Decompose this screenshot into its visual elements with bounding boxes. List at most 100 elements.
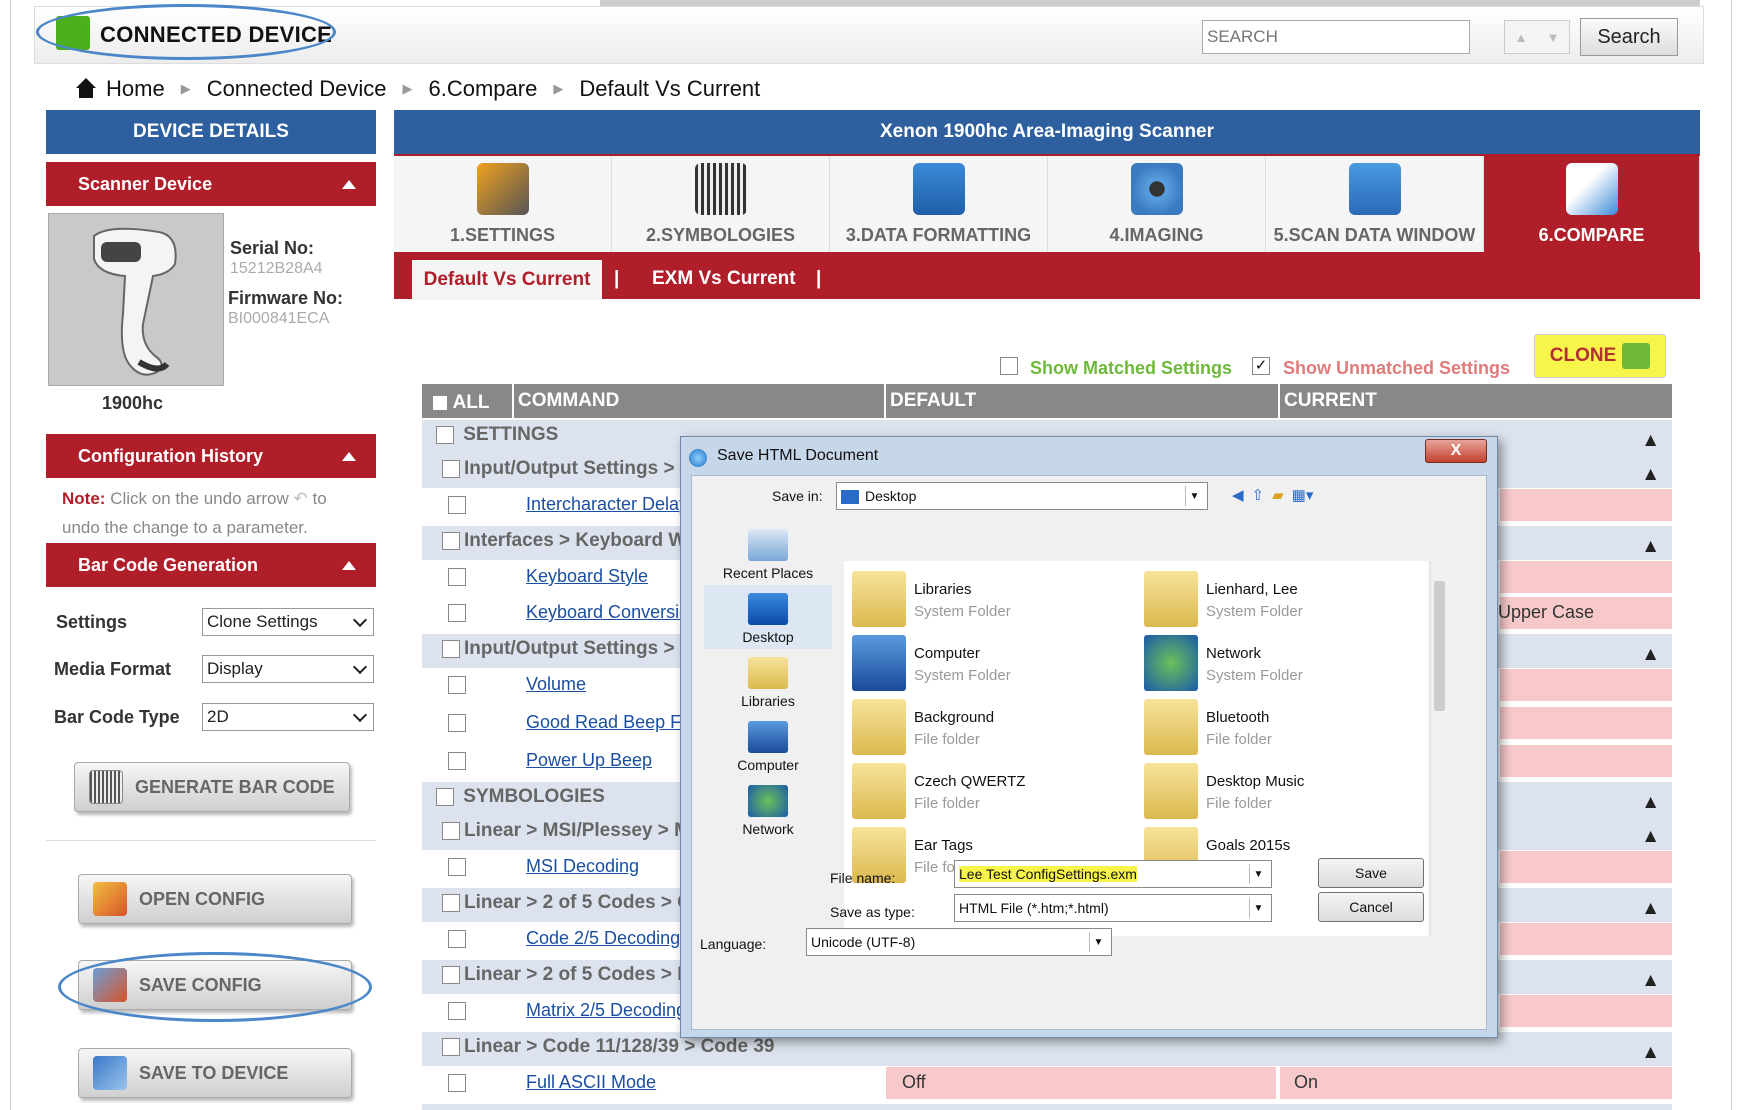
collapse-icon[interactable]: ▲ [1641, 1042, 1660, 1064]
arrow-down-icon[interactable]: ▼ [1547, 30, 1560, 45]
row-checkbox[interactable] [448, 496, 466, 514]
mismatch-cell [1500, 669, 1672, 701]
command-link[interactable]: Power Up Beep [526, 750, 652, 771]
row-checkbox[interactable] [448, 676, 466, 694]
subtab-default-vs-current[interactable]: Default Vs Current [412, 260, 602, 300]
breadcrumb-connected-device[interactable]: Connected Device [207, 76, 387, 102]
generate-bar-code-button[interactable]: GENERATE BAR CODE [74, 762, 350, 812]
row-checkbox[interactable] [448, 568, 466, 586]
scrollbar-thumb[interactable] [1434, 581, 1445, 711]
row-checkbox[interactable] [448, 604, 466, 622]
list-item[interactable]: Background File folder [844, 693, 1134, 761]
collapse-icon[interactable]: ▲ [1641, 826, 1660, 848]
show-matched-checkbox[interactable] [1000, 357, 1018, 375]
command-link[interactable]: Intercharacter Delay [526, 494, 688, 515]
list-item[interactable]: Libraries System Folder [844, 565, 1134, 633]
clone-button[interactable]: CLONE [1534, 334, 1666, 378]
tab-scan-data-window[interactable]: 5.SCAN DATA WINDOW [1266, 156, 1484, 252]
command-link[interactable]: MSI Decoding [526, 856, 639, 877]
row-checkbox[interactable] [448, 1074, 466, 1092]
breadcrumb-compare[interactable]: 6.Compare [428, 76, 537, 102]
row-checkbox[interactable] [442, 1037, 460, 1056]
language-select[interactable]: Unicode (UTF-8) ▼ [806, 928, 1112, 956]
file-name-input[interactable]: Lee Test ConfigSettings.exm ▼ [954, 860, 1272, 888]
select-all[interactable]: ALL [432, 392, 490, 414]
show-unmatched-checkbox[interactable]: ✓ [1252, 357, 1270, 375]
arrow-up-icon[interactable]: ▲ [1515, 30, 1528, 45]
media-format-select[interactable]: Display [202, 655, 374, 683]
row-checkbox[interactable] [436, 425, 454, 444]
collapse-icon[interactable] [342, 560, 356, 570]
command-link[interactable]: Code 2/5 Decoding [526, 928, 680, 949]
row-checkbox[interactable] [436, 787, 454, 806]
tools-icon [476, 163, 529, 215]
collapse-icon[interactable] [342, 451, 356, 461]
search-scroll-arrows[interactable]: ▲ ▼ [1504, 20, 1570, 54]
save-type-select[interactable]: HTML File (*.htm;*.html) ▼ [954, 894, 1272, 922]
command-link[interactable]: Keyboard Style [526, 566, 648, 587]
open-config-button[interactable]: OPEN CONFIG [78, 874, 352, 924]
search-button[interactable]: Search [1580, 18, 1678, 56]
list-item[interactable]: Desktop Music File folder [1136, 757, 1426, 825]
select-all-checkbox[interactable] [432, 394, 448, 411]
command-link[interactable]: Good Read Beep Fr [526, 712, 687, 733]
tab-imaging[interactable]: 4.IMAGING [1048, 156, 1266, 252]
row-checkbox[interactable] [442, 965, 460, 984]
scanner-device-header[interactable]: Scanner Device [46, 162, 376, 206]
place-network[interactable]: Network [704, 777, 832, 841]
collapse-icon[interactable]: ▲ [1641, 464, 1660, 486]
collapse-icon[interactable]: ▲ [1641, 430, 1660, 452]
list-item[interactable]: Bluetooth File folder [1136, 693, 1426, 761]
command-link[interactable]: Keyboard Conversio [526, 602, 689, 623]
collapse-icon[interactable]: ▲ [1641, 536, 1660, 558]
new-folder-icon[interactable]: ▰ [1272, 486, 1284, 504]
bar-code-generation-header[interactable]: Bar Code Generation [46, 543, 376, 587]
place-computer[interactable]: Computer [704, 713, 832, 777]
views-icon[interactable]: ▦▾ [1292, 486, 1314, 504]
place-recent[interactable]: Recent Places [704, 521, 832, 585]
row-checkbox[interactable] [448, 1002, 466, 1020]
dialog-cancel-button[interactable]: Cancel [1318, 892, 1424, 922]
subtab-exm-vs-current[interactable]: EXM Vs Current [652, 268, 796, 290]
save-to-device-button[interactable]: SAVE TO DEVICE [78, 1048, 352, 1098]
file-list-scrollbar[interactable] [1430, 561, 1448, 936]
row-checkbox[interactable] [442, 459, 460, 478]
configuration-history-header[interactable]: Configuration History [46, 434, 376, 478]
bar-code-type-select[interactable]: 2D [202, 703, 374, 731]
row-checkbox[interactable] [448, 930, 466, 948]
tab-symbologies[interactable]: 2.SYMBOLOGIES [612, 156, 830, 252]
command-link[interactable]: Volume [526, 674, 586, 695]
dialog-save-button[interactable]: Save [1318, 858, 1424, 888]
list-item[interactable]: Czech QWERTZ File folder [844, 757, 1134, 825]
collapse-icon[interactable]: ▲ [1641, 970, 1660, 992]
search-input[interactable] [1202, 20, 1470, 54]
breadcrumb-home[interactable]: Home [106, 76, 165, 102]
collapse-icon[interactable]: ▲ [1641, 898, 1660, 920]
tab-data-formatting[interactable]: 3.DATA FORMATTING [830, 156, 1048, 252]
row-checkbox[interactable] [448, 858, 466, 876]
collapse-icon[interactable]: ▲ [1641, 792, 1660, 814]
command-link[interactable]: Matrix 2/5 Decoding [526, 1000, 686, 1021]
collapse-icon[interactable] [342, 179, 356, 189]
row-checkbox[interactable] [448, 752, 466, 770]
close-icon[interactable]: X [1425, 439, 1487, 463]
row-checkbox[interactable] [442, 821, 460, 840]
place-desktop[interactable]: Desktop [704, 585, 832, 649]
save-in-select[interactable]: Desktop ▼ [836, 482, 1208, 510]
row-checkbox[interactable] [442, 531, 460, 550]
collapse-icon[interactable]: ▲ [1641, 644, 1660, 666]
row-checkbox[interactable] [442, 639, 460, 658]
tab-compare[interactable]: 6.COMPARE [1484, 156, 1700, 252]
command-link[interactable]: Full ASCII Mode [526, 1072, 656, 1093]
back-icon[interactable]: ◀ [1232, 486, 1244, 504]
tab-settings[interactable]: 1.SETTINGS [394, 156, 612, 252]
settings-select[interactable]: Clone Settings [202, 608, 374, 636]
place-libraries[interactable]: Libraries [704, 649, 832, 713]
list-item[interactable]: Computer System Folder [844, 629, 1134, 697]
list-item[interactable]: Lienhard, Lee System Folder [1136, 565, 1426, 633]
row-checkbox[interactable] [442, 893, 460, 912]
up-folder-icon[interactable]: ⇧ [1252, 486, 1265, 504]
home-icon[interactable] [74, 78, 98, 100]
list-item[interactable]: Network System Folder [1136, 629, 1426, 697]
row-checkbox[interactable] [448, 714, 466, 732]
